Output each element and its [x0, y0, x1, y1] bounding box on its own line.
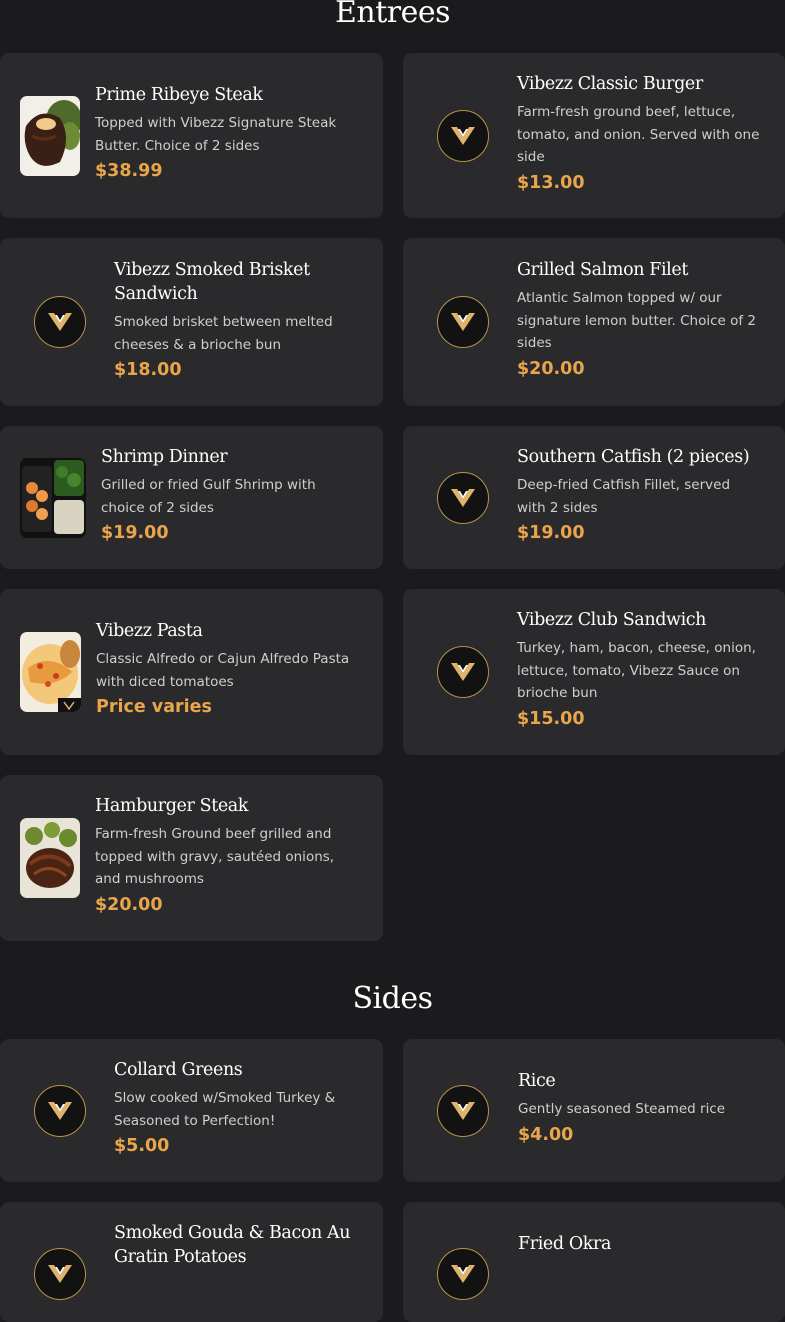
item-name: Shrimp Dinner [101, 447, 228, 467]
item-name: Vibezz Classic Burger [517, 74, 703, 94]
item-description: Topped with Vibezz Signature Steak Butte… [95, 115, 337, 154]
item-name: Hamburger Steak [95, 796, 249, 816]
vibezz-logo-icon [34, 296, 86, 348]
item-price: $19.00 [101, 523, 169, 543]
item-name: Prime Ribeye Steak [95, 85, 263, 105]
item-price: $4.00 [518, 1124, 574, 1145]
pasta-photo [20, 632, 81, 712]
hamburger-steak-photo [20, 818, 80, 898]
vibezz-logo-icon [437, 110, 489, 162]
item-name: Southern Catfish (2 pieces) [517, 447, 750, 467]
menu-item-shrimp-dinner[interactable]: Shrimp Dinner Grilled or fried Gulf Shri… [0, 426, 383, 569]
item-price: $20.00 [95, 894, 163, 915]
menu-item-collard-greens[interactable]: Collard Greens Slow cooked w/Smoked Turk… [0, 1039, 383, 1182]
item-description: Deep-fried Catfish Fillet, served with 2… [517, 477, 731, 516]
vibezz-logo-icon [437, 646, 489, 698]
item-price: $19.00 [517, 523, 585, 543]
item-description: Smoked brisket between melted cheeses & … [114, 314, 333, 353]
menu-item-grilled-salmon-filet[interactable]: Grilled Salmon Filet Atlantic Salmon top… [403, 238, 785, 406]
item-price: $5.00 [114, 1136, 170, 1156]
vibezz-logo-icon [34, 1085, 86, 1137]
item-price: $13.00 [517, 172, 585, 193]
item-description: Classic Alfredo or Cajun Alfredo Pasta w… [96, 651, 350, 690]
item-description: Gently seasoned Steamed rice [518, 1101, 726, 1117]
item-description: Farm-fresh Ground beef grilled and toppe… [95, 826, 335, 887]
shrimp-photo [20, 458, 86, 538]
item-price: Price varies [96, 697, 212, 717]
item-description: Turkey, ham, bacon, cheese, onion, lettu… [517, 640, 756, 701]
vibezz-logo-icon [437, 296, 489, 348]
menu-item-prime-ribeye-steak[interactable]: Prime Ribeye Steak Topped with Vibezz Si… [0, 53, 383, 218]
item-name: Rice [518, 1071, 556, 1091]
item-description: Grilled or fried Gulf Shrimp with choice… [101, 477, 316, 516]
item-name: Vibezz Club Sandwich [517, 610, 707, 630]
item-price: $38.99 [95, 161, 163, 181]
item-name: Smoked Gouda & Bacon Au Gratin Potatoes [114, 1223, 351, 1267]
menu-item-vibezz-pasta[interactable]: Vibezz Pasta Classic Alfredo or Cajun Al… [0, 589, 383, 755]
ribeye-photo [20, 96, 80, 176]
vibezz-logo-icon [34, 1248, 86, 1300]
section-title-sides: Sides [352, 981, 434, 1016]
menu-item-smoked-gouda-bacon-au-gratin[interactable]: Smoked Gouda & Bacon Au Gratin Potatoes [0, 1202, 383, 1322]
vibezz-logo-icon [437, 1248, 489, 1300]
menu-item-rice[interactable]: Rice Gently seasoned Steamed rice $4.00 [403, 1039, 785, 1182]
item-name: Vibezz Pasta [96, 621, 203, 641]
item-name: Fried Okra [518, 1234, 611, 1254]
section-title-entrees: Entrees [334, 0, 451, 30]
menu-item-vibezz-smoked-brisket-sandwich[interactable]: Vibezz Smoked Brisket Sandwich Smoked br… [0, 238, 383, 406]
menu-item-hamburger-steak[interactable]: Hamburger Steak Farm-fresh Ground beef g… [0, 775, 383, 941]
menu-item-southern-catfish[interactable]: Southern Catfish (2 pieces) Deep-fried C… [403, 426, 785, 569]
vibezz-logo-icon [437, 1085, 489, 1137]
item-description: Atlantic Salmon topped w/ our signature … [517, 290, 757, 351]
item-price: $15.00 [517, 708, 585, 729]
item-price: $18.00 [114, 360, 182, 380]
menu-item-vibezz-classic-burger[interactable]: Vibezz Classic Burger Farm-fresh ground … [403, 53, 785, 218]
item-name: Grilled Salmon Filet [517, 260, 688, 280]
menu-item-fried-okra[interactable]: Fried Okra [403, 1202, 785, 1322]
item-description: Farm-fresh ground beef, lettuce, tomato,… [517, 104, 760, 165]
item-name: Vibezz Smoked Brisket Sandwich [114, 260, 310, 304]
item-name: Collard Greens [114, 1060, 243, 1080]
item-price: $20.00 [517, 358, 585, 379]
item-description: Slow cooked w/Smoked Turkey & Seasoned t… [114, 1090, 336, 1129]
menu-item-vibezz-club-sandwich[interactable]: Vibezz Club Sandwich Turkey, ham, bacon,… [403, 589, 785, 755]
vibezz-logo-icon [437, 472, 489, 524]
